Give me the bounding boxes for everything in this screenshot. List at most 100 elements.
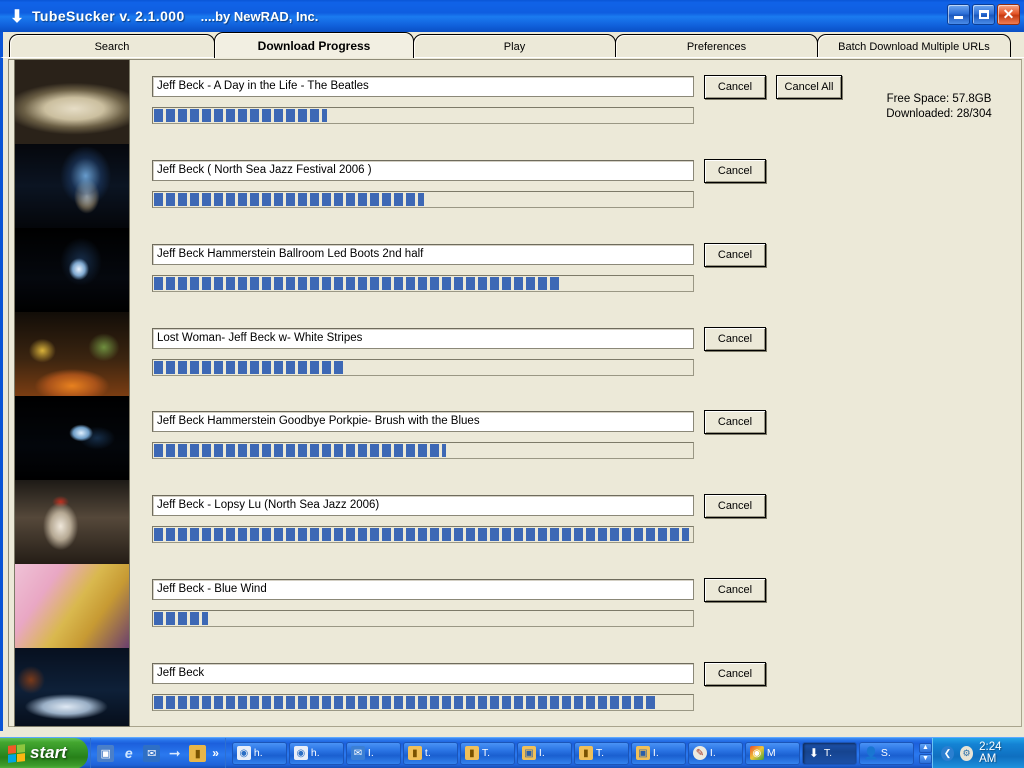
taskbar-item-1[interactable]: ◉ h. (288, 741, 344, 765)
progress-fill-5 (154, 444, 446, 457)
taskbar-item-7[interactable]: ▣ I. (630, 741, 686, 765)
taskbar: start ▣ e ✉ ➞ ▮ » ◉ h. ◉ h. ✉ I. ▮ t. ▮ … (0, 737, 1024, 768)
cancel-button-5[interactable]: Cancel (704, 410, 766, 434)
progress-fill-7 (154, 612, 208, 625)
progress-bar-1 (152, 107, 694, 124)
downloaded-label: Downloaded: 28/304 (886, 108, 992, 120)
progress-bar-8 (152, 694, 694, 711)
progress-bar-7 (152, 610, 694, 627)
ie-document-icon: ◉ (293, 746, 308, 760)
taskbar-clock: 2:24 AM (979, 741, 1002, 765)
cancel-label-4: Cancel (717, 333, 753, 345)
cancel-all-label: Cancel All (784, 81, 834, 93)
progress-fill-1 (154, 109, 327, 122)
table-row: Jeff Beck - Blue Wind Cancel (0, 578, 1024, 663)
taskbar-item-5-label: I. (538, 747, 545, 759)
progress-bar-4 (152, 359, 694, 376)
cancel-label-5: Cancel (717, 416, 753, 428)
start-button-label: start (30, 743, 67, 762)
taskbar-item-4[interactable]: ▮ T. (459, 741, 515, 765)
network-activity-icon[interactable]: ⚙ (960, 745, 974, 761)
taskbar-item-10-label: T. (823, 747, 833, 759)
progress-fill-2 (154, 193, 424, 206)
folder-image-icon: ▣ (635, 746, 650, 760)
task-button-list: ◉ h. ◉ h. ✉ I. ▮ t. ▮ T. ▣ I. ▮ T. ▣ I. … (231, 741, 932, 765)
cancel-button-7[interactable]: Cancel (704, 578, 766, 602)
progress-fill-6 (154, 528, 689, 541)
mail-icon: ✉ (350, 746, 365, 760)
table-row: Jeff Beck - Lopsy Lu (North Sea Jazz 200… (0, 494, 1024, 579)
taskbar-item-9[interactable]: ◉ M (744, 741, 800, 765)
taskbar-item-7-label: I. (652, 747, 659, 759)
progress-fill-8 (154, 696, 657, 709)
download-title-6[interactable]: Jeff Beck - Lopsy Lu (North Sea Jazz 200… (152, 495, 694, 516)
progress-bar-2 (152, 191, 694, 208)
folder-icon: ▮ (407, 746, 422, 760)
taskbar-item-11[interactable]: 👤 S. (858, 741, 914, 765)
taskbar-item-2[interactable]: ✉ I. (345, 741, 401, 765)
status-info: Free Space: 57.8GB Downloaded: 28/304 (860, 92, 1018, 122)
download-title-3[interactable]: Jeff Beck Hammerstein Ballroom Led Boots… (152, 244, 694, 265)
taskbar-item-6[interactable]: ▮ T. (573, 741, 629, 765)
taskbar-item-1-label: h. (310, 747, 320, 759)
taskbar-item-4-label: T. (481, 747, 491, 759)
progress-bar-6 (152, 526, 694, 543)
download-title-2[interactable]: Jeff Beck ( North Sea Jazz Festival 2006… (152, 160, 694, 181)
pointer-icon[interactable]: ➞ (166, 745, 183, 762)
folder-image-icon: ▣ (521, 746, 536, 760)
show-hidden-icons-icon[interactable]: ❮ (940, 745, 955, 761)
download-title-4[interactable]: Lost Woman- Jeff Beck w- White Stripes (152, 328, 694, 349)
cancel-button-2[interactable]: Cancel (704, 159, 766, 183)
table-row: Jeff Beck ( North Sea Jazz Festival 2006… (0, 159, 1024, 244)
cancel-button-8[interactable]: Cancel (704, 662, 766, 686)
download-title-1[interactable]: Jeff Beck - A Day in the Life - The Beat… (152, 76, 694, 97)
download-title-8[interactable]: Jeff Beck (152, 663, 694, 684)
tab-download-progress[interactable]: Download Progress (214, 32, 414, 58)
table-row: Jeff Beck Hammerstein Goodbye Porkpie- B… (0, 410, 1024, 495)
taskbar-scroll-up-button[interactable]: ▲ (918, 742, 932, 753)
cancel-all-button[interactable]: Cancel All (776, 75, 842, 99)
quicklaunch-more-icon[interactable]: » (212, 746, 219, 760)
table-row: Lost Woman- Jeff Beck w- White Stripes C… (0, 327, 1024, 412)
internet-explorer-icon[interactable]: e (120, 745, 137, 762)
download-title-7[interactable]: Jeff Beck - Blue Wind (152, 579, 694, 600)
folder-icon[interactable]: ▮ (189, 744, 207, 762)
show-desktop-icon[interactable]: ▣ (97, 744, 115, 762)
taskbar-item-8-label: I. (709, 747, 716, 759)
outlook-express-icon[interactable]: ✉ (143, 744, 161, 762)
table-row: Jeff Beck Hammerstein Ballroom Led Boots… (0, 243, 1024, 328)
table-row: Jeff Beck - A Day in the Life - The Beat… (0, 75, 1024, 160)
tubesucker-icon: ⬇ (808, 746, 819, 760)
download-title-5[interactable]: Jeff Beck Hammerstein Goodbye Porkpie- B… (152, 411, 694, 432)
taskbar-item-0[interactable]: ◉ h. (231, 741, 287, 765)
system-tray: ❮ ⚙ 2:24 AM (931, 737, 1024, 768)
taskbar-item-8[interactable]: ✎ I. (687, 741, 743, 765)
taskbar-item-3[interactable]: ▮ t. (402, 741, 458, 765)
quick-launch-bar: ▣ e ✉ ➞ ▮ » (90, 737, 226, 768)
windows-flag-icon (8, 743, 25, 763)
cancel-button-4[interactable]: Cancel (704, 327, 766, 351)
application-window: ⬇ TubeSucker v. 2.1.000 ....by NewRAD, I… (0, 0, 1024, 768)
cancel-label-3: Cancel (717, 249, 753, 261)
progress-bar-3 (152, 275, 694, 292)
taskbar-item-3-label: t. (424, 747, 431, 759)
progress-fill-3 (154, 277, 559, 290)
cancel-label-6: Cancel (717, 500, 753, 512)
taskbar-scroll-down-button[interactable]: ▼ (918, 753, 932, 764)
taskbar-item-6-label: T. (595, 747, 605, 759)
cancel-button-1[interactable]: Cancel (704, 75, 766, 99)
cancel-label-1: Cancel (717, 81, 753, 93)
cancel-label-7: Cancel (717, 584, 753, 596)
taskbar-item-5[interactable]: ▣ I. (516, 741, 572, 765)
taskbar-item-9-label: M (766, 747, 776, 759)
cancel-button-3[interactable]: Cancel (704, 243, 766, 267)
start-button[interactable]: start (0, 737, 89, 768)
table-row: Jeff Beck Cancel (0, 662, 1024, 747)
taskbar-item-0-label: h. (253, 747, 263, 759)
progress-bar-5 (152, 442, 694, 459)
cancel-label-8: Cancel (717, 668, 753, 680)
cancel-button-6[interactable]: Cancel (704, 494, 766, 518)
taskbar-item-10[interactable]: ⬇ T. (801, 741, 857, 765)
taskbar-item-11-label: S. (880, 747, 891, 759)
download-list: Jeff Beck - A Day in the Life - The Beat… (0, 0, 1024, 711)
